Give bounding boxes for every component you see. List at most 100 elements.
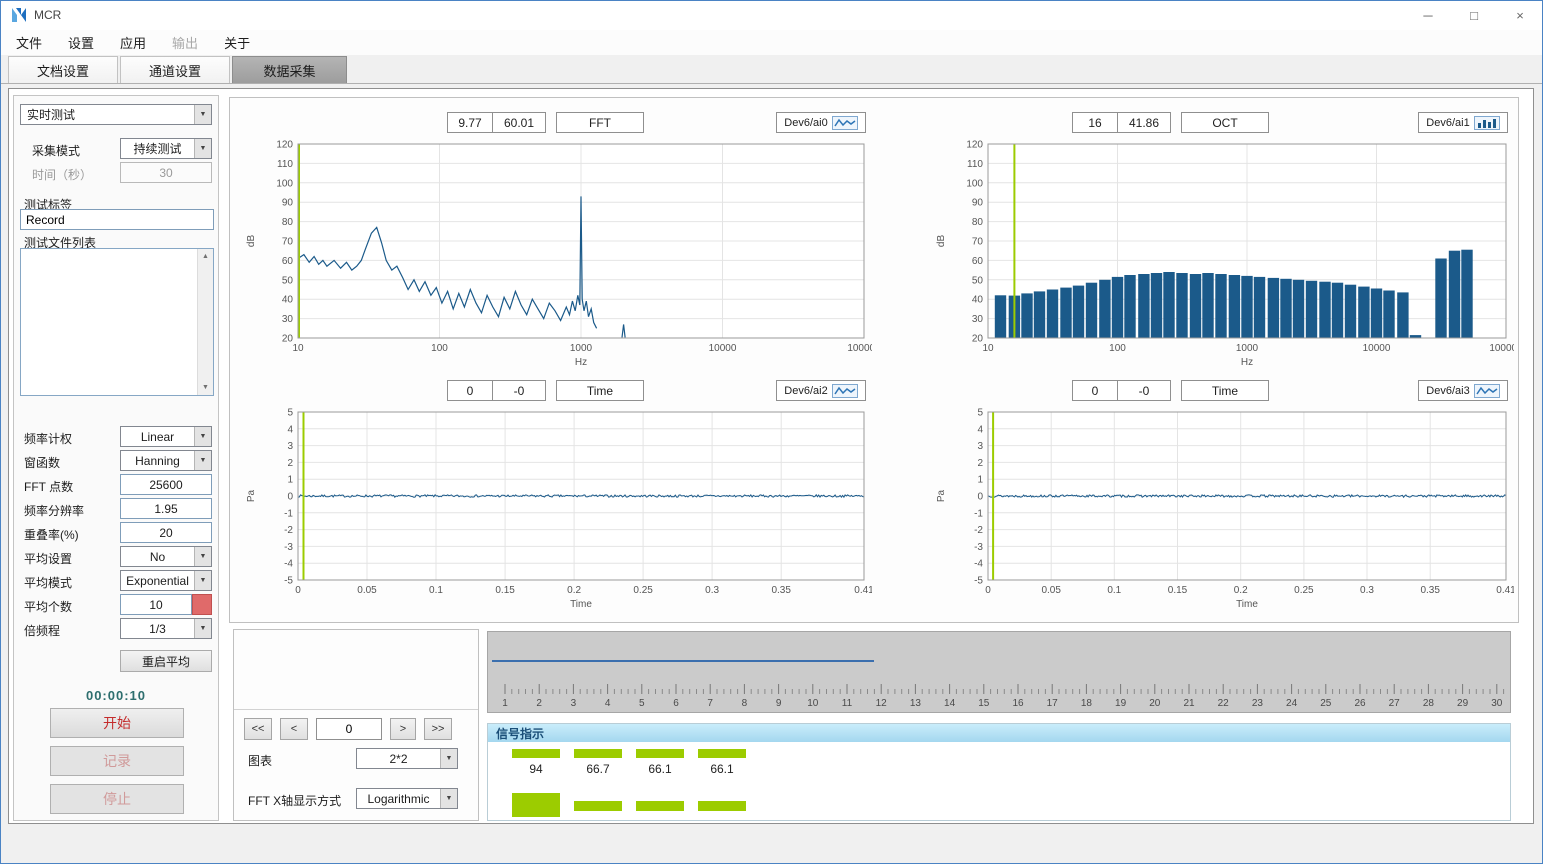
window-function-select[interactable]: Hanning ▼ [120, 450, 212, 471]
record-button[interactable]: 记录 [50, 746, 184, 776]
time3-channel-box[interactable]: Dev6/ai3 [1418, 380, 1508, 401]
fft-channel-box[interactable]: Dev6/ai0 [776, 112, 866, 133]
scroll-up-icon[interactable]: ▲ [198, 249, 213, 264]
svg-text:1: 1 [502, 698, 508, 709]
tabbar: 文档设置 通道设置 数据采集 [0, 55, 1543, 84]
time-ai3-plot[interactable]: -5-4-3-2-101234500.050.10.150.20.250.30.… [930, 408, 1514, 612]
overlap-label: 重叠率(%) [24, 526, 79, 543]
chart-fft-cell: 9.77 60.01 FFT Dev6/ai0 2030405060708090… [240, 106, 872, 372]
test-file-list[interactable]: ▲ ▼ [20, 248, 214, 396]
svg-text:4: 4 [287, 424, 293, 435]
chart-layout-select[interactable]: 2*2 ▼ [356, 748, 458, 769]
svg-text:29: 29 [1457, 698, 1469, 709]
scroll-down-icon[interactable]: ▼ [198, 380, 213, 395]
svg-text:1: 1 [977, 475, 983, 486]
svg-text:-2: -2 [974, 525, 983, 536]
svg-text:dB: dB [246, 235, 257, 248]
level-meter-bar-3 [636, 749, 684, 758]
tab-data-acquisition[interactable]: 数据采集 [232, 56, 347, 83]
svg-text:100: 100 [966, 178, 983, 189]
time-ai2-plot[interactable]: -5-4-3-2-101234500.050.10.150.20.250.30.… [240, 408, 872, 612]
acq-mode-select[interactable]: 持续测试 ▼ [120, 138, 212, 159]
svg-text:Pa: Pa [246, 489, 257, 502]
oct-plot[interactable]: 2030405060708090100110120101001000100001… [930, 140, 1514, 370]
divider [234, 709, 478, 710]
svg-text:110: 110 [967, 159, 983, 170]
svg-text:10: 10 [292, 343, 304, 354]
svg-text:0.15: 0.15 [495, 585, 515, 596]
svg-text:120: 120 [276, 140, 293, 151]
file-list-scrollbar[interactable]: ▲ ▼ [197, 249, 213, 395]
menu-settings[interactable]: 设置 [55, 29, 107, 56]
svg-text:3: 3 [571, 698, 577, 709]
test-label-input[interactable] [20, 209, 214, 230]
display-control-box: << < > >> 图表 2*2 ▼ FFT X轴显示方式 Logarithmi… [233, 629, 479, 821]
average-setting-select[interactable]: No ▼ [120, 546, 212, 567]
tab-document-settings[interactable]: 文档设置 [8, 56, 118, 83]
duration-input[interactable] [120, 162, 212, 183]
menu-output[interactable]: 输出 [159, 29, 211, 56]
menu-file[interactable]: 文件 [3, 29, 55, 56]
close-button[interactable]: × [1497, 0, 1543, 30]
svg-text:90: 90 [972, 198, 984, 209]
svg-text:23: 23 [1252, 698, 1264, 709]
average-mode-select[interactable]: Exponential ▼ [120, 570, 212, 591]
page-first-button[interactable]: << [244, 718, 272, 740]
svg-text:1000: 1000 [1236, 343, 1259, 354]
oct-channel-box[interactable]: Dev6/ai1 [1418, 112, 1508, 133]
svg-text:8: 8 [742, 698, 748, 709]
svg-text:5: 5 [287, 408, 293, 419]
page-next-button[interactable]: > [390, 718, 416, 740]
svg-text:2: 2 [977, 458, 983, 469]
tab-channel-settings[interactable]: 通道设置 [120, 56, 230, 83]
fft-plot[interactable]: 2030405060708090100110120101001000100001… [240, 140, 872, 370]
svg-text:28: 28 [1423, 698, 1435, 709]
signal-indicator-3 [636, 801, 684, 811]
page-prev-button[interactable]: < [280, 718, 308, 740]
svg-text:4: 4 [977, 424, 983, 435]
menu-about[interactable]: 关于 [211, 29, 263, 56]
svg-text:-1: -1 [284, 508, 293, 519]
svg-text:-2: -2 [284, 525, 293, 536]
level-value-3: 66.1 [636, 762, 684, 776]
freq-resolution-input[interactable] [120, 498, 212, 519]
fft-xaxis-select[interactable]: Logarithmic ▼ [356, 788, 458, 809]
page-last-button[interactable]: >> [424, 718, 452, 740]
bar-chart-icon [1474, 116, 1500, 130]
svg-text:60: 60 [282, 256, 294, 267]
maximize-button[interactable]: □ [1451, 0, 1497, 30]
svg-text:80: 80 [282, 217, 294, 228]
svg-text:-3: -3 [284, 542, 293, 553]
average-count-input[interactable] [120, 594, 192, 615]
svg-text:12: 12 [876, 698, 888, 709]
record-timeline-ruler[interactable]: 1234567891011121314151617181920212223242… [487, 631, 1511, 713]
time2-channel-box[interactable]: Dev6/ai2 [776, 380, 866, 401]
svg-text:1000: 1000 [570, 343, 593, 354]
menu-apply[interactable]: 应用 [107, 29, 159, 56]
chevron-down-icon: ▼ [194, 139, 211, 158]
svg-text:9: 9 [776, 698, 782, 709]
freq-weighting-select[interactable]: Linear ▼ [120, 426, 212, 447]
minimize-button[interactable]: ─ [1405, 0, 1451, 30]
svg-text:100000: 100000 [1489, 343, 1514, 354]
chevron-down-icon: ▼ [194, 547, 211, 566]
average-status-indicator [192, 594, 212, 615]
svg-text:0: 0 [977, 492, 983, 503]
svg-text:5: 5 [977, 408, 983, 419]
svg-text:5: 5 [639, 698, 645, 709]
svg-text:110: 110 [277, 159, 293, 170]
restart-average-button[interactable]: 重启平均 [120, 650, 212, 672]
svg-text:3: 3 [287, 441, 293, 452]
overlap-input[interactable] [120, 522, 212, 543]
signal-indicator-2 [574, 801, 622, 811]
start-button[interactable]: 开始 [50, 708, 184, 738]
page-number-input[interactable] [316, 718, 382, 740]
octave-select[interactable]: 1/3 ▼ [120, 618, 212, 639]
fft-points-input[interactable] [120, 474, 212, 495]
test-mode-select[interactable]: 实时测试 ▼ [20, 104, 212, 125]
oct-type-box: OCT [1181, 112, 1269, 133]
svg-text:18: 18 [1081, 698, 1093, 709]
svg-text:17: 17 [1047, 698, 1059, 709]
level-value-1: 94 [512, 762, 560, 776]
stop-button[interactable]: 停止 [50, 784, 184, 814]
